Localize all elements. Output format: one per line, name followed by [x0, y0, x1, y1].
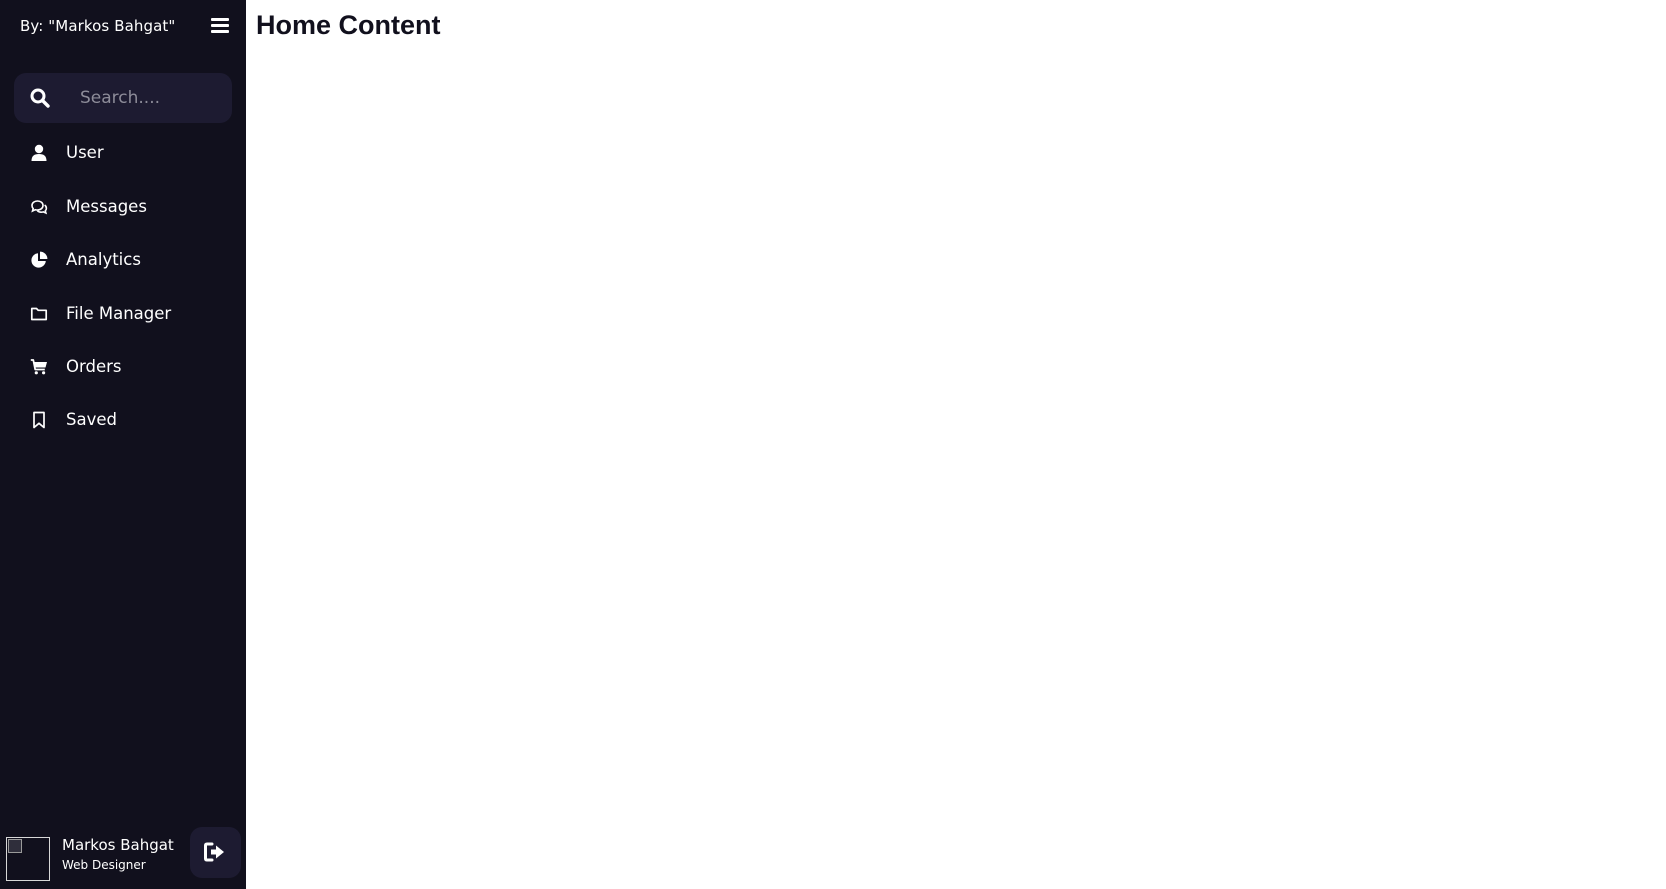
- pie-chart-icon: [31, 251, 48, 268]
- chat-icon: [31, 200, 48, 215]
- sidebar-item-messages[interactable]: Messages: [14, 184, 232, 230]
- sidebar-item-label: File Manager: [66, 304, 172, 323]
- page-title: Home Content: [256, 10, 441, 40]
- user-icon: [31, 144, 47, 161]
- sidebar-item-label: Messages: [66, 197, 147, 216]
- sidebar-item-orders[interactable]: Orders: [14, 344, 232, 390]
- logo-text: By: "Markos Bahgat": [20, 17, 176, 35]
- search-input[interactable]: [64, 73, 224, 123]
- logout-icon: [204, 842, 224, 862]
- search-box[interactable]: [14, 73, 232, 123]
- sidebar-item-label: Analytics: [66, 250, 141, 269]
- hamburger-menu-icon[interactable]: [209, 15, 233, 37]
- sidebar-item-saved[interactable]: Saved: [14, 397, 232, 443]
- sidebar-item-label: User: [66, 143, 104, 162]
- sidebar-item-analytics[interactable]: Analytics: [14, 237, 232, 283]
- folder-icon: [30, 307, 48, 321]
- profile-name: Markos Bahgat: [62, 836, 174, 854]
- search-icon: [30, 88, 50, 108]
- avatar: [6, 837, 50, 881]
- cart-icon: [30, 359, 47, 375]
- sidebar-item-user[interactable]: User: [14, 130, 232, 176]
- logout-button[interactable]: [190, 827, 241, 878]
- sidebar: By: "Markos Bahgat" User Messages: [0, 0, 246, 889]
- profile-section: Markos Bahgat Web Designer: [0, 827, 246, 889]
- sidebar-item-label: Saved: [66, 410, 117, 429]
- profile-job: Web Designer: [62, 858, 146, 872]
- sidebar-item-file-manager[interactable]: File Manager: [14, 291, 232, 337]
- bookmark-icon: [33, 411, 45, 429]
- sidebar-item-label: Orders: [66, 357, 122, 376]
- logo-row: By: "Markos Bahgat": [0, 0, 246, 52]
